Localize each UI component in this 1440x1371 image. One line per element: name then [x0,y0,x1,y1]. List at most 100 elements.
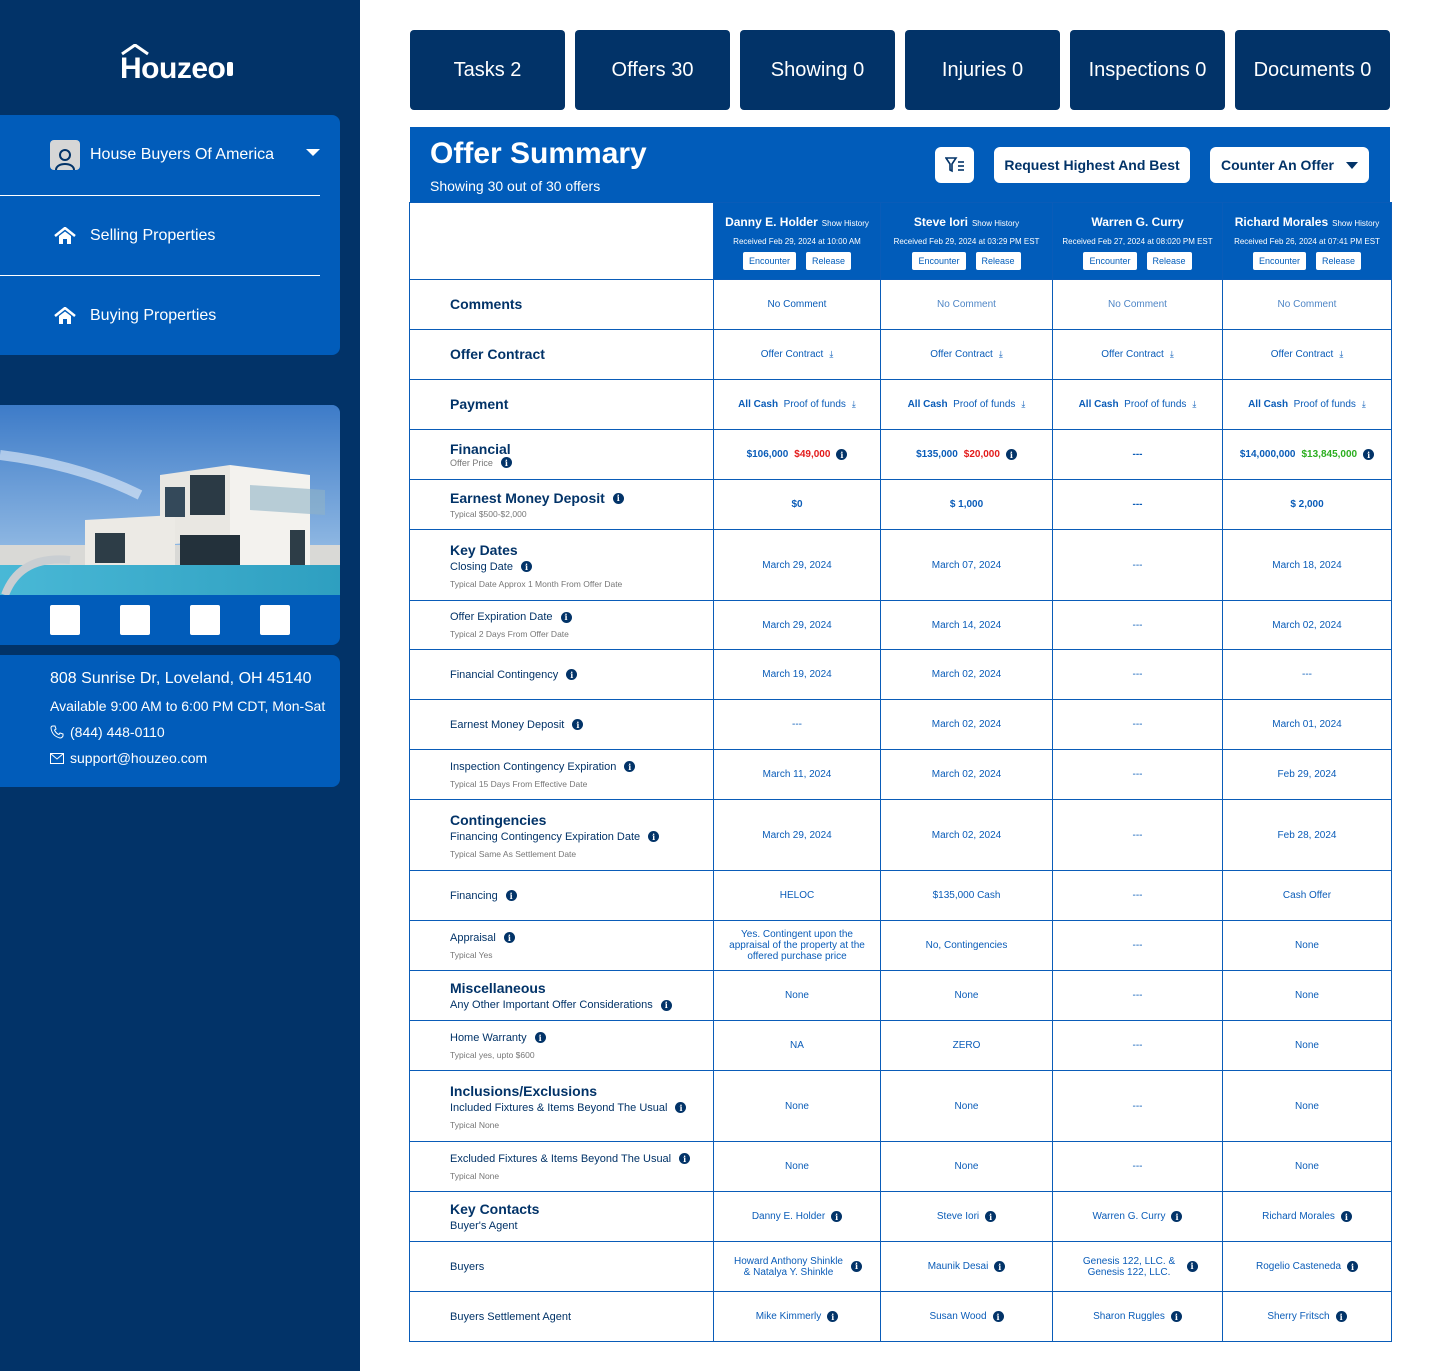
phone-link[interactable]: (844) 448-0110 [50,724,165,740]
proof-of-funds-link[interactable]: Proof of funds [953,399,1015,410]
download-icon[interactable]: ⤓ [1021,399,1025,410]
sidebar-item-buying-properties[interactable]: Buying Properties [0,275,320,355]
info-icon[interactable]: i [612,492,624,504]
info-icon[interactable]: i [831,1211,843,1222]
contact-name[interactable]: Mike Kimmerly [756,1311,822,1322]
show-history-link[interactable]: Show History [972,219,1019,228]
encounter-button[interactable]: Encounter [1083,252,1137,270]
thumbnail[interactable] [190,605,220,635]
download-icon[interactable]: ⤓ [1339,349,1343,360]
tab-inspections[interactable]: Inspections 0 [1070,30,1225,110]
encounter-button[interactable]: Encounter [1252,252,1306,270]
info-icon[interactable]: i [624,761,636,772]
offer-contract-cell[interactable]: Offer Contract ⤓ [1052,329,1223,380]
filter-button[interactable] [935,147,974,183]
offer-contract-link[interactable]: Offer Contract [1101,349,1164,360]
info-icon[interactable]: i [1170,1311,1182,1322]
info-icon[interactable]: i [534,1032,546,1043]
buyer-column-header: Danny E. Holder Show History Received Feb… [713,202,881,280]
offer-contract-link[interactable]: Offer Contract [930,349,993,360]
contact-name[interactable]: Maunik Desai [928,1261,989,1272]
info-icon[interactable]: i [648,831,660,842]
info-icon[interactable]: i [503,932,515,943]
release-button[interactable]: Release [806,252,852,270]
tab-showing[interactable]: Showing 0 [740,30,895,110]
tab-tasks[interactable]: Tasks 2 [410,30,565,110]
row-label: Appraisal i Typical Yes [409,920,714,971]
info-icon[interactable]: i [1340,1211,1352,1222]
info-icon[interactable]: i [572,719,584,730]
download-icon[interactable]: ⤓ [829,349,833,360]
table-row-payment: Payment All Cash Proof of funds ⤓ All Cas… [409,379,1392,430]
download-icon[interactable]: ⤓ [1192,399,1196,410]
contact-name[interactable]: Genesis 122, LLC. & Genesis 122, LLC. [1078,1256,1181,1278]
info-icon[interactable]: i [505,890,517,901]
info-icon[interactable]: i [994,1261,1006,1272]
release-button[interactable]: Release [1316,252,1362,270]
account-switcher[interactable]: House Buyers Of America [0,115,320,195]
download-icon[interactable]: ⤓ [1170,349,1174,360]
houzeo-logo[interactable]: Houzeo [120,44,242,88]
offer-contract-cell[interactable]: Offer Contract ⤓ [713,329,881,380]
property-photo[interactable] [0,405,340,595]
thumbnail[interactable] [260,605,290,635]
info-icon[interactable]: i [836,449,848,460]
value-cell: None [1222,1070,1392,1142]
counter-offer-dropdown[interactable]: Counter An Offer [1210,147,1369,183]
encounter-button[interactable]: Encounter [742,252,796,270]
info-icon[interactable]: i [560,611,572,623]
contact-name[interactable]: Steve Iori [937,1211,979,1222]
tab-injuries[interactable]: Injuries 0 [905,30,1060,110]
request-highest-and-best-button[interactable]: Request Highest And Best [994,147,1190,183]
info-icon[interactable]: i [1171,1211,1183,1222]
release-button[interactable]: Release [975,252,1021,270]
info-icon[interactable]: i [500,457,512,468]
offer-contract-link[interactable]: Offer Contract [761,349,824,360]
download-icon[interactable]: ⤓ [852,399,856,410]
info-icon[interactable]: i [1005,449,1017,460]
info-icon[interactable]: i [660,999,672,1011]
proof-of-funds-link[interactable]: Proof of funds [1294,399,1356,410]
row-label: Payment [409,379,714,430]
show-history-link[interactable]: Show History [822,219,869,228]
contact-name[interactable]: Rogelio Casteneda [1256,1261,1341,1272]
show-history-link[interactable]: Show History [1332,219,1379,228]
info-icon[interactable]: i [1363,449,1375,460]
download-icon[interactable]: ⤓ [1362,399,1366,410]
proof-of-funds-link[interactable]: Proof of funds [1124,399,1186,410]
info-icon[interactable]: i [675,1102,687,1113]
contact-name[interactable]: Sharon Ruggles [1093,1311,1165,1322]
offer-contract-cell[interactable]: Offer Contract ⤓ [880,329,1053,380]
offer-contract-link[interactable]: Offer Contract [1271,349,1334,360]
info-icon[interactable]: i [520,561,532,572]
release-button[interactable]: Release [1146,252,1192,270]
thumbnail[interactable] [120,605,150,635]
info-icon[interactable]: i [566,669,578,680]
encounter-button[interactable]: Encounter [912,252,966,270]
offer-contract-cell[interactable]: Offer Contract ⤓ [1222,329,1392,380]
tab-offers[interactable]: Offers 30 [575,30,730,110]
info-icon[interactable]: i [679,1153,691,1164]
info-icon[interactable]: i [992,1311,1004,1322]
contact-name[interactable]: Susan Wood [929,1311,986,1322]
emd-cell: --- [1052,479,1223,530]
thumbnail[interactable] [50,605,80,635]
info-icon[interactable]: i [827,1311,839,1322]
chevron-down-icon[interactable] [306,149,320,156]
info-icon[interactable]: i [985,1211,997,1222]
row-title: Earnest Money Deposit [450,490,605,506]
contact-name[interactable]: Howard Anthony Shinkle & Natalya Y. Shin… [732,1256,845,1278]
info-icon[interactable]: i [1347,1261,1359,1272]
proof-of-funds-link[interactable]: Proof of funds [784,399,846,410]
contact-name[interactable]: Danny E. Holder [752,1211,825,1222]
sidebar-item-selling-properties[interactable]: Selling Properties [0,195,320,275]
tab-documents[interactable]: Documents 0 [1235,30,1390,110]
contact-name[interactable]: Sherry Fritsch [1267,1311,1329,1322]
info-icon[interactable]: i [1335,1311,1347,1322]
info-icon[interactable]: i [851,1261,862,1272]
download-icon[interactable]: ⤓ [999,349,1003,360]
contact-name[interactable]: Richard Morales [1262,1211,1335,1222]
email-link[interactable]: support@houzeo.com [50,750,207,766]
contact-name[interactable]: Warren G. Curry [1093,1211,1166,1222]
info-icon[interactable]: i [1186,1261,1198,1272]
